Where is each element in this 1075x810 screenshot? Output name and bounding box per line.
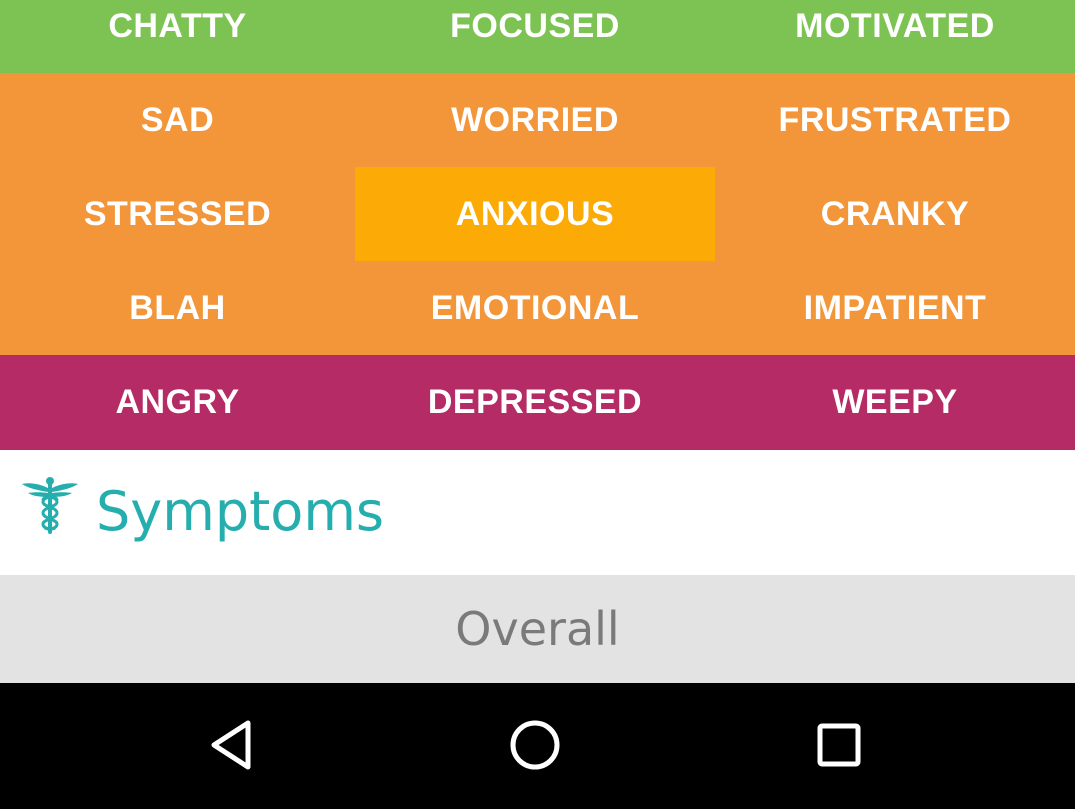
mood-chip-worried[interactable]: WORRIED [355, 73, 715, 167]
mood-row-neutral-1: SAD WORRIED FRUSTRATED [0, 73, 1075, 167]
mood-row-neutral-3: BLAH EMOTIONAL IMPATIENT [0, 261, 1075, 355]
system-nav-bar [0, 683, 1075, 809]
mood-chip-angry[interactable]: ANGRY [0, 355, 355, 450]
mood-chip-sad[interactable]: SAD [0, 73, 355, 167]
mood-chip-impatient[interactable]: IMPATIENT [715, 261, 1075, 355]
recents-square-icon [817, 723, 861, 767]
home-circle-icon [510, 720, 560, 770]
nav-recents-button[interactable] [807, 713, 871, 777]
mood-row-negative: ANGRY DEPRESSED WEEPY [0, 355, 1075, 450]
app-screen: CHATTY FOCUSED MOTIVATED SAD WORRIED FRU… [0, 0, 1075, 810]
nav-home-button[interactable] [503, 713, 567, 777]
nav-back-button[interactable] [200, 713, 264, 777]
mood-chip-blah[interactable]: BLAH [0, 261, 355, 355]
symptoms-title: Symptoms [96, 480, 385, 543]
mood-chip-emotional[interactable]: EMOTIONAL [355, 261, 715, 355]
mood-chip-motivated[interactable]: MOTIVATED [715, 0, 1075, 73]
mood-chip-chatty[interactable]: CHATTY [0, 0, 355, 73]
mood-chip-cranky[interactable]: CRANKY [715, 167, 1075, 261]
tab-overall[interactable]: Overall [0, 575, 1075, 683]
caduceus-icon [22, 476, 78, 534]
symptoms-section-header: Symptoms [0, 450, 1075, 575]
mood-chip-stressed[interactable]: STRESSED [0, 167, 355, 261]
mood-chip-frustrated[interactable]: FRUSTRATED [715, 73, 1075, 167]
mood-chip-focused[interactable]: FOCUSED [355, 0, 715, 73]
tab-overall-label: Overall [455, 602, 620, 656]
mood-chip-depressed[interactable]: DEPRESSED [355, 355, 715, 450]
back-triangle-icon [211, 720, 251, 770]
mood-grid: CHATTY FOCUSED MOTIVATED SAD WORRIED FRU… [0, 0, 1075, 450]
mood-row-neutral-2: STRESSED ANXIOUS CRANKY [0, 167, 1075, 261]
mood-chip-weepy[interactable]: WEEPY [715, 355, 1075, 450]
mood-chip-anxious-selected[interactable]: ANXIOUS [355, 167, 715, 261]
mood-row-positive: CHATTY FOCUSED MOTIVATED [0, 0, 1075, 73]
